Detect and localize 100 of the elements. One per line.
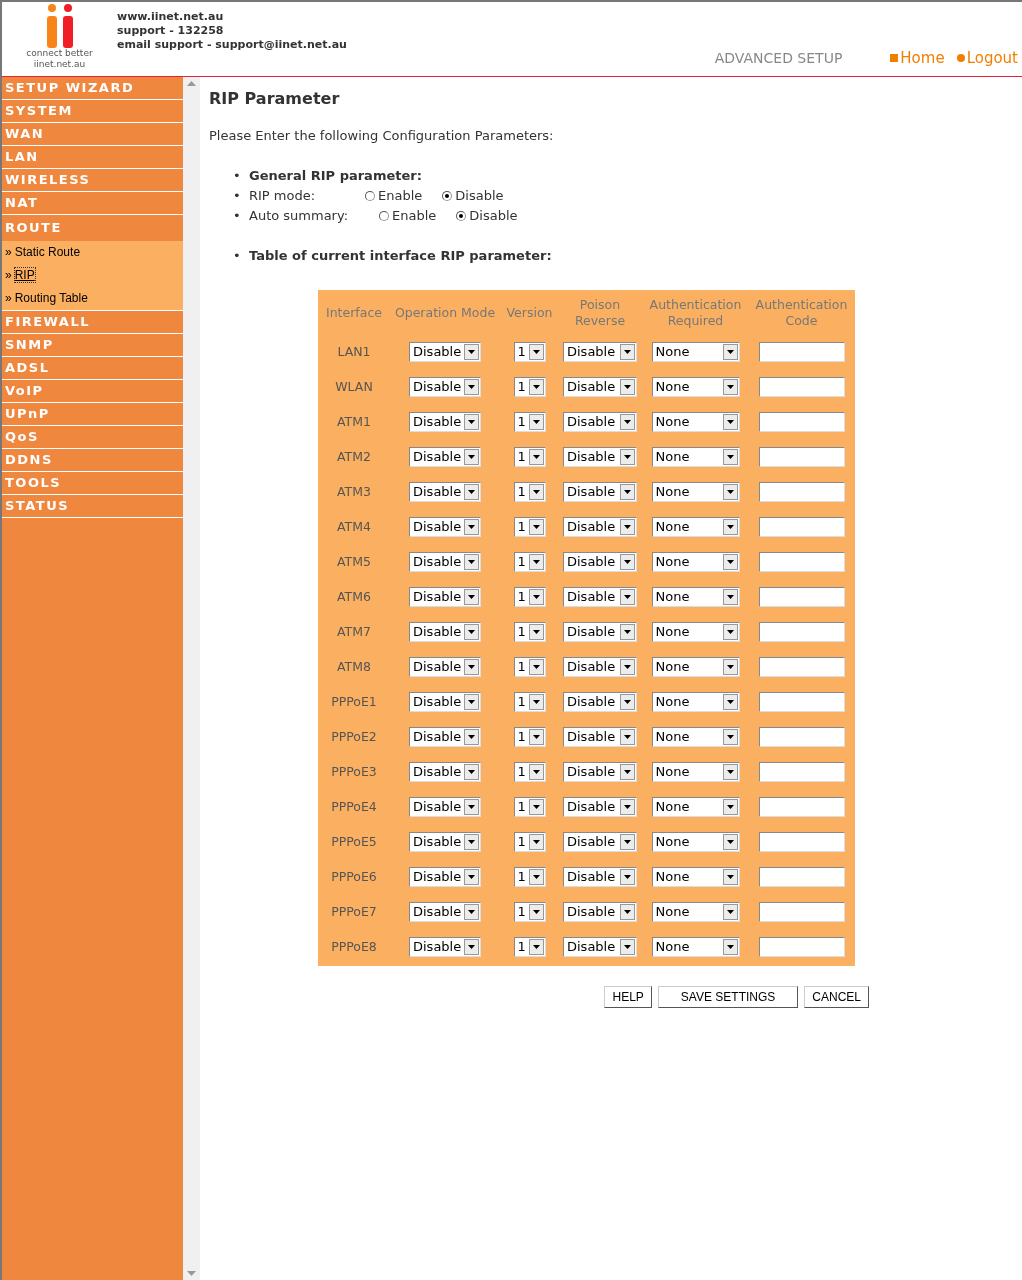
text-field[interactable] (758, 867, 845, 888)
dropdown[interactable]: 1 (513, 657, 546, 678)
dropdown[interactable]: Disable (409, 622, 481, 643)
dropdown[interactable]: Disable (563, 412, 637, 433)
scrollbar[interactable] (183, 77, 200, 1280)
dropdown[interactable]: 1 (513, 517, 546, 538)
text-field[interactable] (758, 622, 845, 643)
dropdown[interactable]: Disable (563, 832, 637, 853)
dropdown[interactable]: None (651, 412, 740, 433)
action-button[interactable]: SAVE SETTINGS (657, 985, 799, 1008)
text-field[interactable] (758, 657, 845, 678)
text-field[interactable] (758, 797, 845, 818)
dropdown[interactable]: Disable (409, 902, 481, 923)
dropdown[interactable]: Disable (409, 692, 481, 713)
dropdown[interactable]: Disable (563, 902, 637, 923)
text-field[interactable] (758, 832, 845, 853)
dropdown[interactable]: 1 (513, 482, 546, 503)
dropdown[interactable]: Disable (409, 832, 481, 853)
dropdown[interactable]: Disable (563, 762, 637, 783)
radio-button[interactable] (379, 210, 389, 221)
dropdown[interactable]: 1 (513, 692, 546, 713)
text-field[interactable] (758, 342, 845, 363)
dropdown[interactable]: 1 (513, 867, 546, 888)
dropdown[interactable]: Disable (563, 342, 637, 363)
dropdown[interactable]: 1 (513, 552, 546, 573)
dropdown[interactable]: Disable (563, 447, 637, 468)
dropdown[interactable]: Disable (409, 517, 481, 538)
dropdown[interactable]: 1 (513, 412, 546, 433)
dropdown[interactable]: None (651, 657, 740, 678)
dropdown[interactable]: 1 (513, 377, 546, 398)
submenu-item[interactable]: Static Route (14, 245, 81, 259)
dropdown[interactable]: Disable (409, 447, 481, 468)
text-field[interactable] (758, 552, 845, 573)
dropdown[interactable]: Disable (563, 517, 637, 538)
dropdown[interactable]: Disable (563, 622, 637, 643)
dropdown[interactable]: Disable (563, 552, 637, 573)
submenu-item[interactable]: RIP (14, 268, 35, 282)
text-field[interactable] (758, 517, 845, 538)
dropdown[interactable]: None (651, 587, 740, 608)
dropdown[interactable]: Disable (563, 867, 637, 888)
submenu-item[interactable]: Routing Table (14, 291, 88, 305)
dropdown[interactable]: None (651, 517, 740, 538)
dropdown[interactable]: None (651, 447, 740, 468)
dropdown[interactable]: None (651, 552, 740, 573)
dropdown[interactable]: 1 (513, 937, 546, 958)
dropdown[interactable]: None (651, 762, 740, 783)
dropdown[interactable]: 1 (513, 727, 546, 748)
dropdown[interactable]: Disable (409, 377, 481, 398)
dropdown[interactable]: Disable (563, 377, 637, 398)
dropdown[interactable]: 1 (513, 587, 546, 608)
dropdown[interactable]: 1 (513, 902, 546, 923)
dropdown[interactable]: None (651, 832, 740, 853)
dropdown[interactable]: None (651, 902, 740, 923)
dropdown[interactable]: None (651, 482, 740, 503)
dropdown[interactable]: Disable (409, 342, 481, 363)
radio-button[interactable] (442, 190, 453, 201)
radio-button[interactable] (456, 210, 467, 221)
dropdown[interactable]: Disable (563, 587, 637, 608)
dropdown[interactable]: Disable (563, 657, 637, 678)
text-field[interactable] (758, 482, 845, 503)
dropdown[interactable]: Disable (409, 762, 481, 783)
text-field[interactable] (758, 937, 845, 958)
scroll-up-icon[interactable] (187, 81, 196, 86)
text-field[interactable] (758, 447, 845, 468)
dropdown[interactable]: Disable (563, 727, 637, 748)
dropdown[interactable]: Disable (563, 937, 637, 958)
dropdown[interactable]: Disable (563, 797, 637, 818)
radio-button[interactable] (365, 190, 375, 201)
text-field[interactable] (758, 587, 845, 608)
dropdown[interactable]: None (651, 377, 740, 398)
dropdown[interactable]: 1 (513, 797, 546, 818)
dropdown[interactable]: Disable (563, 482, 637, 503)
text-field[interactable] (758, 377, 845, 398)
dropdown[interactable]: Disable (409, 797, 481, 818)
action-button[interactable]: CANCEL (804, 985, 869, 1008)
text-field[interactable] (758, 762, 845, 783)
dropdown[interactable]: None (651, 797, 740, 818)
dropdown[interactable]: Disable (409, 867, 481, 888)
dropdown[interactable]: 1 (513, 342, 546, 363)
dropdown[interactable]: 1 (513, 447, 546, 468)
dropdown[interactable]: Disable (563, 692, 637, 713)
dropdown[interactable]: 1 (513, 832, 546, 853)
dropdown[interactable]: Disable (409, 937, 481, 958)
dropdown[interactable]: 1 (513, 622, 546, 643)
text-field[interactable] (758, 727, 845, 748)
dropdown[interactable]: Disable (409, 727, 481, 748)
dropdown[interactable]: None (651, 692, 740, 713)
text-field[interactable] (758, 692, 845, 713)
scroll-down-icon[interactable] (187, 1271, 196, 1276)
action-button[interactable]: HELP (604, 985, 652, 1008)
dropdown[interactable]: Disable (409, 587, 481, 608)
dropdown[interactable]: 1 (513, 762, 546, 783)
dropdown[interactable]: Disable (409, 657, 481, 678)
dropdown[interactable]: None (651, 622, 740, 643)
dropdown[interactable]: None (651, 342, 740, 363)
dropdown[interactable]: None (651, 727, 740, 748)
text-field[interactable] (758, 902, 845, 923)
text-field[interactable] (758, 412, 845, 433)
dropdown[interactable]: None (651, 937, 740, 958)
dropdown[interactable]: Disable (409, 552, 481, 573)
